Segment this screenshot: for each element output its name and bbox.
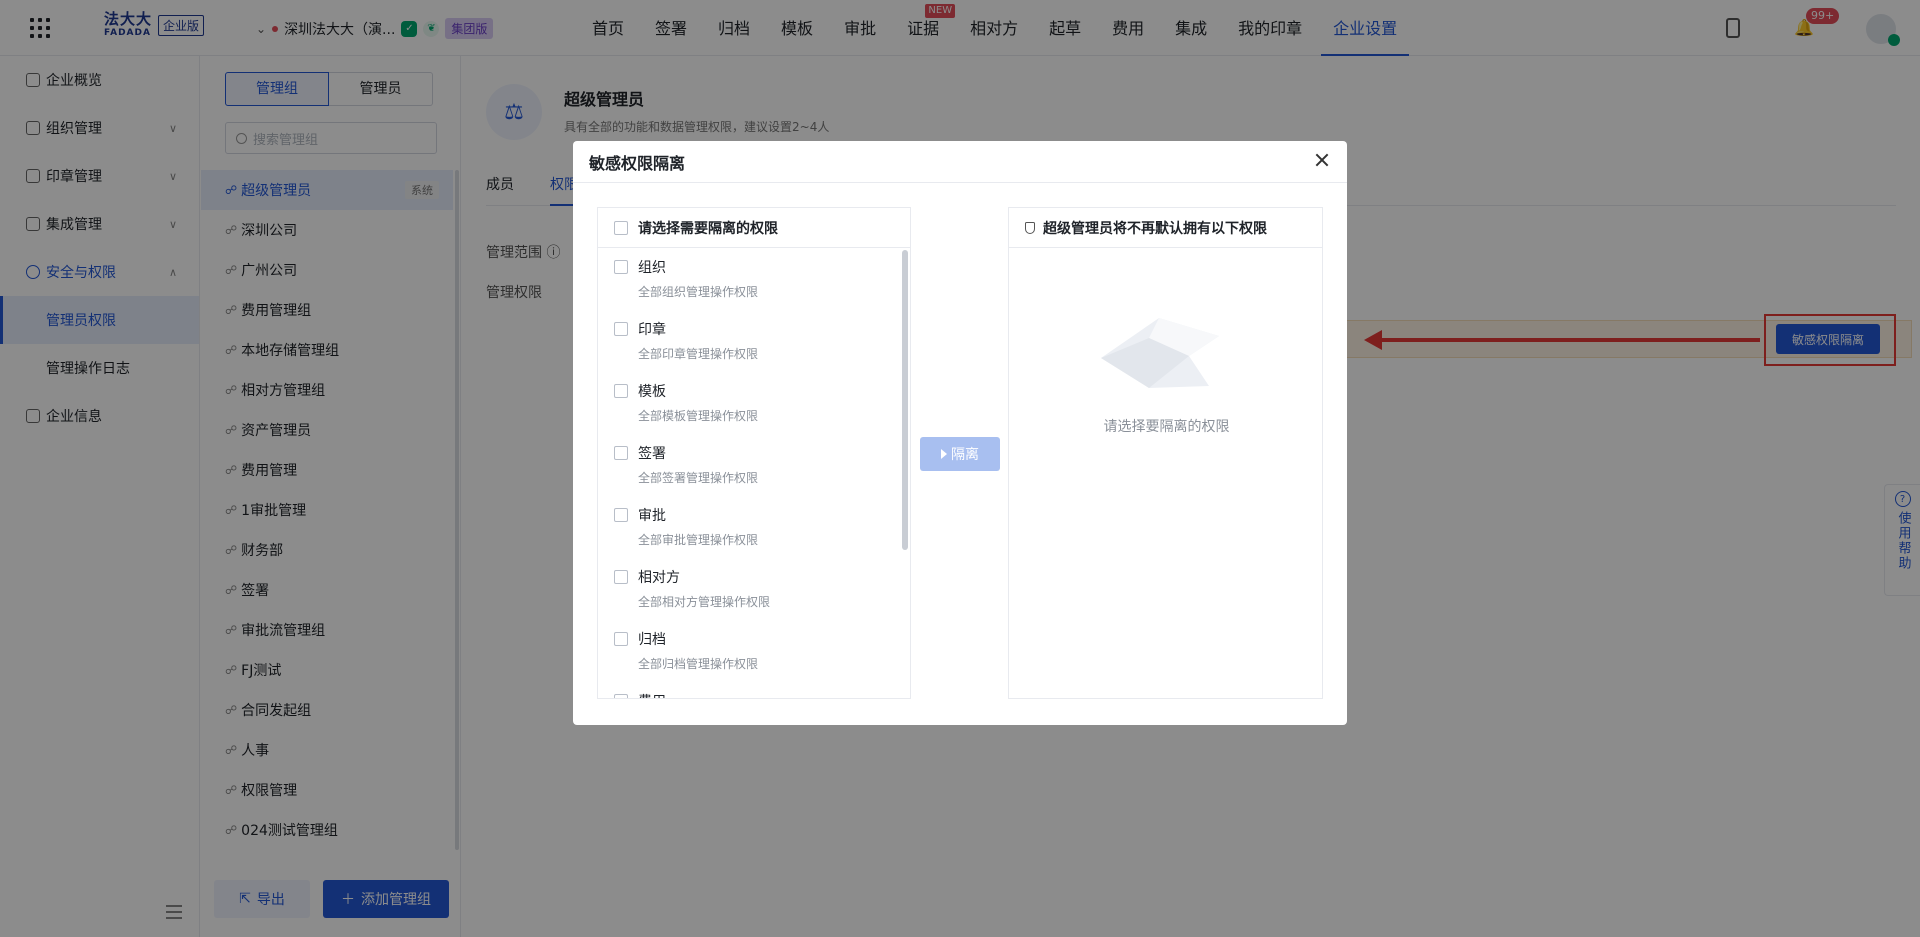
list-item[interactable]: 印章全部印章管理操作权限 [598, 310, 910, 372]
dialog-header: 敏感权限隔离 [573, 141, 1347, 183]
permission-checkbox[interactable] [614, 694, 628, 698]
list-item[interactable]: 审批全部审批管理操作权限 [598, 496, 910, 558]
permission-name: 审批 [638, 508, 666, 524]
list-item[interactable]: 费用 [598, 682, 910, 698]
permission-desc: 全部相对方管理操作权限 [638, 595, 771, 609]
permission-select-panel: 请选择需要隔离的权限 组织 全部组织管理操作权限 印章 全部印章管理操作权限 模板全… [597, 207, 911, 699]
permission-name: 印章 [638, 322, 666, 338]
empty-state-illustration [1101, 318, 1219, 388]
permission-name: 归档 [638, 632, 666, 648]
list-item[interactable]: 签署全部签署管理操作权限 [598, 434, 910, 496]
caret-right-icon [941, 449, 947, 459]
sensitive-isolation-dialog: 敏感权限隔离 请选择需要隔离的权限 组织全部组织管理操作权限 印章全部印章管理操… [573, 141, 1347, 725]
isolated-permission-panel: 超级管理员将不再默认拥有以下权限 请选择要隔离的权限 [1008, 207, 1323, 699]
permission-desc: 全部模板管理操作权限 [638, 409, 759, 423]
isolated-header: 超级管理员将不再默认拥有以下权限 [1009, 208, 1322, 248]
permission-checkbox[interactable] [614, 322, 628, 336]
select-all-header[interactable]: 请选择需要隔离的权限 [598, 208, 910, 248]
isolated-header-label: 超级管理员将不再默认拥有以下权限 [1043, 220, 1267, 237]
isolate-button[interactable]: 隔离 [920, 437, 1000, 471]
list-item[interactable]: 归档全部归档管理操作权限 [598, 620, 910, 682]
shield-icon [1025, 221, 1035, 234]
permission-desc: 全部印章管理操作权限 [638, 347, 759, 361]
permission-desc: 全部审批管理操作权限 [638, 533, 759, 547]
permission-checkbox[interactable] [614, 508, 628, 522]
close-icon[interactable] [1315, 153, 1329, 167]
permission-name: 组织 [638, 260, 666, 276]
permission-desc: 全部组织管理操作权限 [638, 285, 759, 299]
list-item[interactable]: 模板全部模板管理操作权限 [598, 372, 910, 434]
permission-name: 模板 [638, 384, 666, 400]
permission-name: 签署 [638, 446, 666, 462]
permission-checkbox[interactable] [614, 384, 628, 398]
permission-checkbox[interactable] [614, 632, 628, 646]
select-all-label: 请选择需要隔离的权限 [638, 220, 778, 237]
isolate-label: 隔离 [951, 447, 979, 463]
permission-desc: 全部签署管理操作权限 [638, 471, 759, 485]
permission-checkbox[interactable] [614, 446, 628, 460]
permission-list-scrollbar[interactable] [902, 250, 908, 550]
select-all-checkbox[interactable] [614, 220, 628, 235]
list-item[interactable]: 相对方全部相对方管理操作权限 [598, 558, 910, 620]
permission-checkbox[interactable] [614, 570, 628, 584]
permission-checkbox[interactable] [614, 260, 628, 274]
empty-state-text: 请选择要隔离的权限 [1103, 419, 1230, 435]
dialog-title: 敏感权限隔离 [589, 153, 686, 173]
permission-name: 费用 [638, 692, 910, 698]
permission-desc: 全部归档管理操作权限 [638, 657, 759, 671]
list-item[interactable]: 组织全部组织管理操作权限 [598, 248, 910, 310]
permission-name: 相对方 [638, 570, 680, 586]
